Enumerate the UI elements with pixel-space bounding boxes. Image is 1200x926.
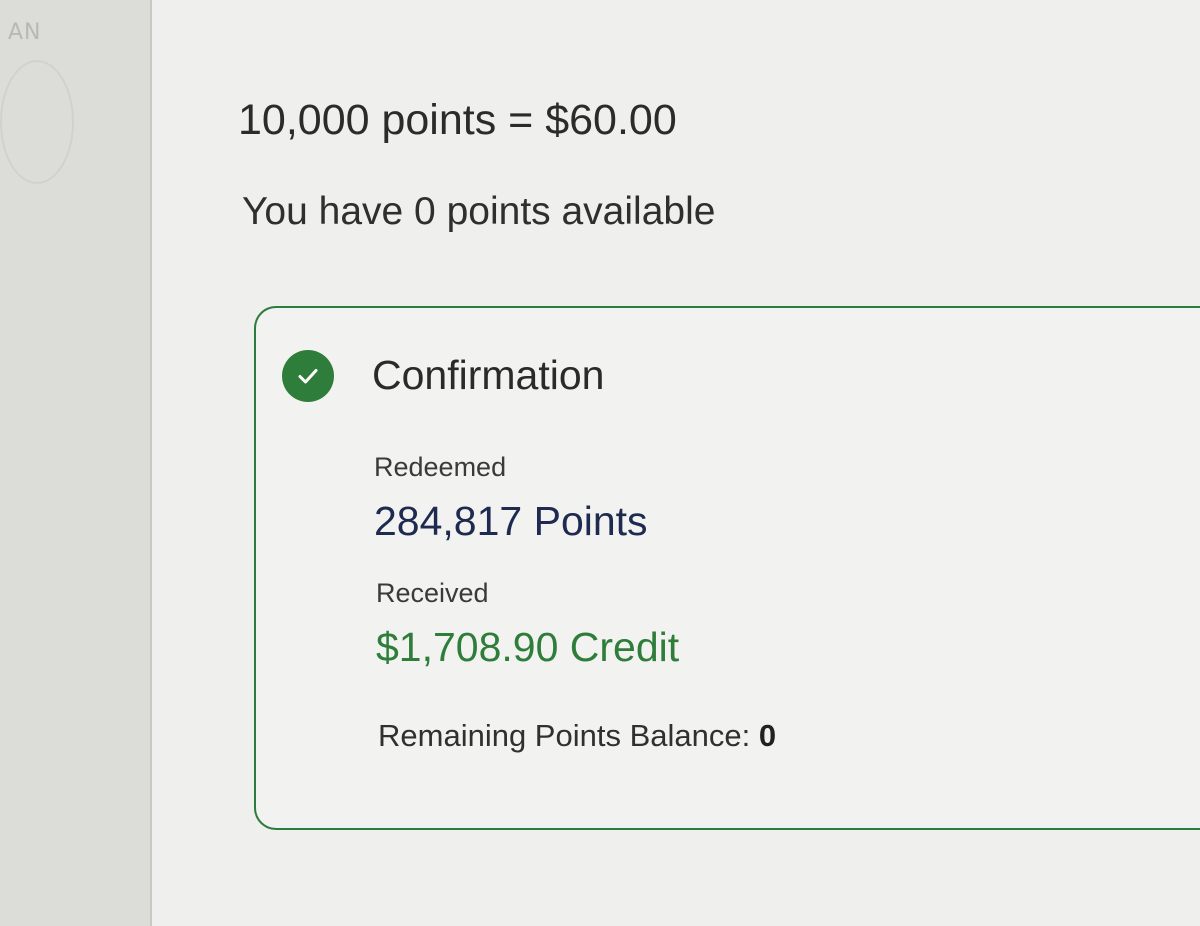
check-circle-icon: [282, 350, 334, 402]
decorative-pattern: [0, 60, 74, 184]
sidebar-logo-fragment: AN: [8, 20, 42, 45]
confirmation-card: Confirmation Redeemed 284,817 Points Rec…: [254, 306, 1200, 830]
received-credit-value: $1,708.90 Credit: [376, 624, 680, 670]
main-content: 10,000 points = $60.00 You have 0 points…: [152, 0, 1200, 926]
received-label: Received: [376, 578, 489, 608]
remaining-balance-label: Remaining Points Balance:: [378, 718, 759, 753]
checkmark-icon: [298, 369, 318, 384]
left-sidebar: AN: [0, 0, 152, 926]
conversion-rate-text: 10,000 points = $60.00: [238, 96, 677, 144]
confirmation-title: Confirmation: [372, 352, 605, 398]
remaining-balance: Remaining Points Balance: 0: [378, 718, 776, 754]
remaining-balance-value: 0: [758, 718, 777, 753]
points-available-text: You have 0 points available: [242, 190, 716, 233]
redeemed-label: Redeemed: [374, 452, 507, 482]
redeemed-points-value: 284,817 Points: [374, 498, 648, 544]
